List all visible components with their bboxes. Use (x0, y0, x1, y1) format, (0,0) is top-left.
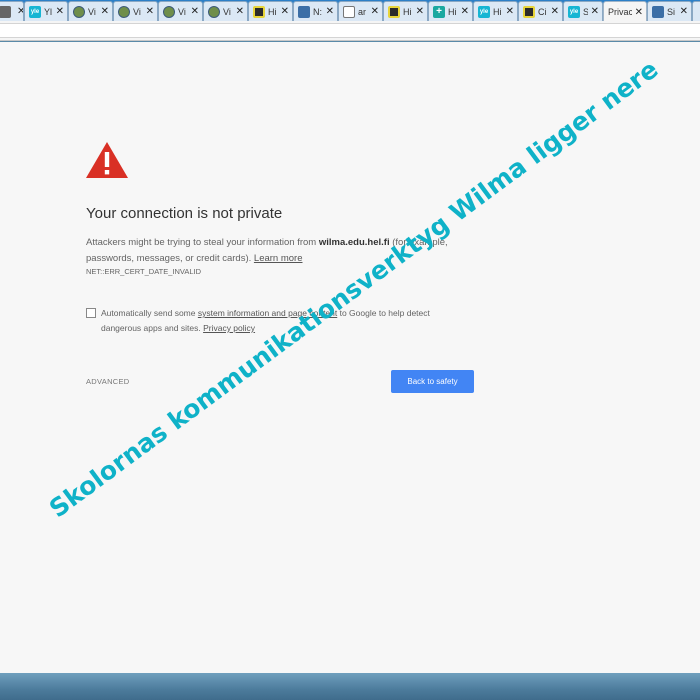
optin-text-1: Automatically send some (101, 308, 198, 318)
tab[interactable]: Vi ✕ (203, 1, 248, 21)
address-bar[interactable] (0, 23, 700, 38)
tab-strip: Ju✕yleYl✕Vi✕Vi✕Vi✕Vi✕Hi✕N:✕ar✕Hi✕+Hi✕yle… (0, 0, 700, 21)
domain-name: wilma.edu.hel.fi (318, 237, 390, 248)
tab-title: Hi (268, 6, 277, 17)
tab[interactable]: Vi ✕ (113, 1, 158, 21)
error-code: NET::ERR_CERT_DATE_INVALID (86, 267, 202, 276)
tab-close-icon[interactable]: ✕ (371, 6, 379, 17)
tab-title: Privac (608, 7, 632, 17)
tab-title: Ci (538, 6, 547, 17)
tab-close-icon[interactable]: ✕ (191, 6, 199, 17)
tab[interactable]: + Hi ✕ (428, 1, 473, 21)
tab-favicon-icon (208, 5, 220, 18)
tab-close-icon[interactable]: ✕ (680, 6, 688, 17)
tab-favicon-icon (73, 5, 85, 18)
tab-favicon-icon: yle (29, 5, 41, 18)
tab-close-icon[interactable]: ✕ (506, 6, 514, 17)
tab-favicon-icon (118, 5, 130, 18)
tab-favicon-icon (253, 5, 265, 18)
browser-toolbar (0, 21, 700, 41)
learn-more-link[interactable]: Learn more (254, 253, 303, 264)
tab-close-icon[interactable]: ✕ (101, 6, 109, 17)
tab-favicon-icon (298, 5, 310, 18)
tab[interactable]: yleSi✕ (563, 1, 603, 21)
warning-triangle-icon (86, 142, 128, 178)
advanced-button[interactable]: ADVANCED (86, 377, 130, 386)
tab[interactable]: Hi ✕ (383, 1, 428, 21)
tab[interactable]: Ci ✕ (518, 1, 563, 21)
tab-title: Si (667, 6, 676, 17)
tab-favicon-icon (523, 5, 535, 18)
tab-close-icon[interactable]: ✕ (326, 6, 334, 17)
tab[interactable]: ar ✕ (338, 1, 383, 21)
tab-title: Hi (493, 6, 502, 17)
tab[interactable] (692, 1, 700, 21)
tab[interactable]: Hi ✕ (248, 1, 293, 21)
tab[interactable]: Vi ✕ (158, 1, 203, 21)
tab-title: Vi (133, 6, 141, 17)
tab-favicon-icon (0, 5, 11, 18)
tab-title: N: (313, 6, 322, 17)
tab-close-icon[interactable]: ✕ (551, 6, 559, 17)
tab-close-icon[interactable]: ✕ (416, 6, 424, 17)
tab-close-icon[interactable]: ✕ (146, 6, 154, 17)
tab-favicon-icon: yle (478, 5, 490, 18)
tab-favicon-icon: yle (568, 5, 580, 18)
tab-close-icon[interactable]: ✕ (17, 6, 23, 17)
tab[interactable]: N: ✕ (293, 1, 338, 21)
tab-close-icon[interactable]: ✕ (461, 6, 469, 17)
desktop-background (0, 673, 700, 700)
tab-close-icon[interactable]: ✕ (281, 6, 289, 17)
tab-title: Si (583, 7, 588, 17)
tab-close-icon[interactable]: ✕ (591, 6, 599, 17)
tab[interactable]: yle Yl ✕ (24, 1, 68, 21)
tab-close-icon[interactable]: ✕ (236, 6, 244, 17)
tab-favicon-icon: + (433, 5, 445, 18)
tab-favicon-icon (343, 5, 355, 18)
tab-title: Vi (178, 6, 186, 17)
tab-favicon-icon (388, 5, 400, 18)
tab-title: Vi (223, 6, 231, 17)
report-checkbox[interactable] (86, 308, 96, 318)
back-to-safety-button[interactable]: Back to safety (391, 370, 474, 393)
tab-title: Vi (88, 6, 96, 17)
tab-close-icon[interactable]: ✕ (56, 6, 64, 17)
tab[interactable]: yle Hi ✕ (473, 1, 518, 21)
tab-title: ar (358, 6, 367, 17)
tab-title: Yl (44, 6, 53, 17)
tab[interactable]: Si ✕ (647, 1, 692, 21)
tab[interactable]: Ju✕ (0, 1, 24, 21)
error-page: Your connection is not private Attackers… (0, 42, 700, 673)
tab-title: Hi (448, 6, 457, 17)
explanation-text: Attackers might be trying to steal your … (86, 237, 319, 248)
tab[interactable]: Vi ✕ (68, 1, 113, 21)
page-title: Your connection is not private (86, 205, 283, 222)
tab-active[interactable]: Privac ✕ (603, 1, 647, 21)
privacy-policy-link[interactable]: Privacy policy (203, 323, 255, 333)
tab-favicon-icon (652, 5, 664, 18)
tab-title: Hi (403, 6, 412, 17)
tab-close-icon[interactable]: ✕ (635, 7, 643, 18)
tab-favicon-icon (163, 5, 175, 18)
